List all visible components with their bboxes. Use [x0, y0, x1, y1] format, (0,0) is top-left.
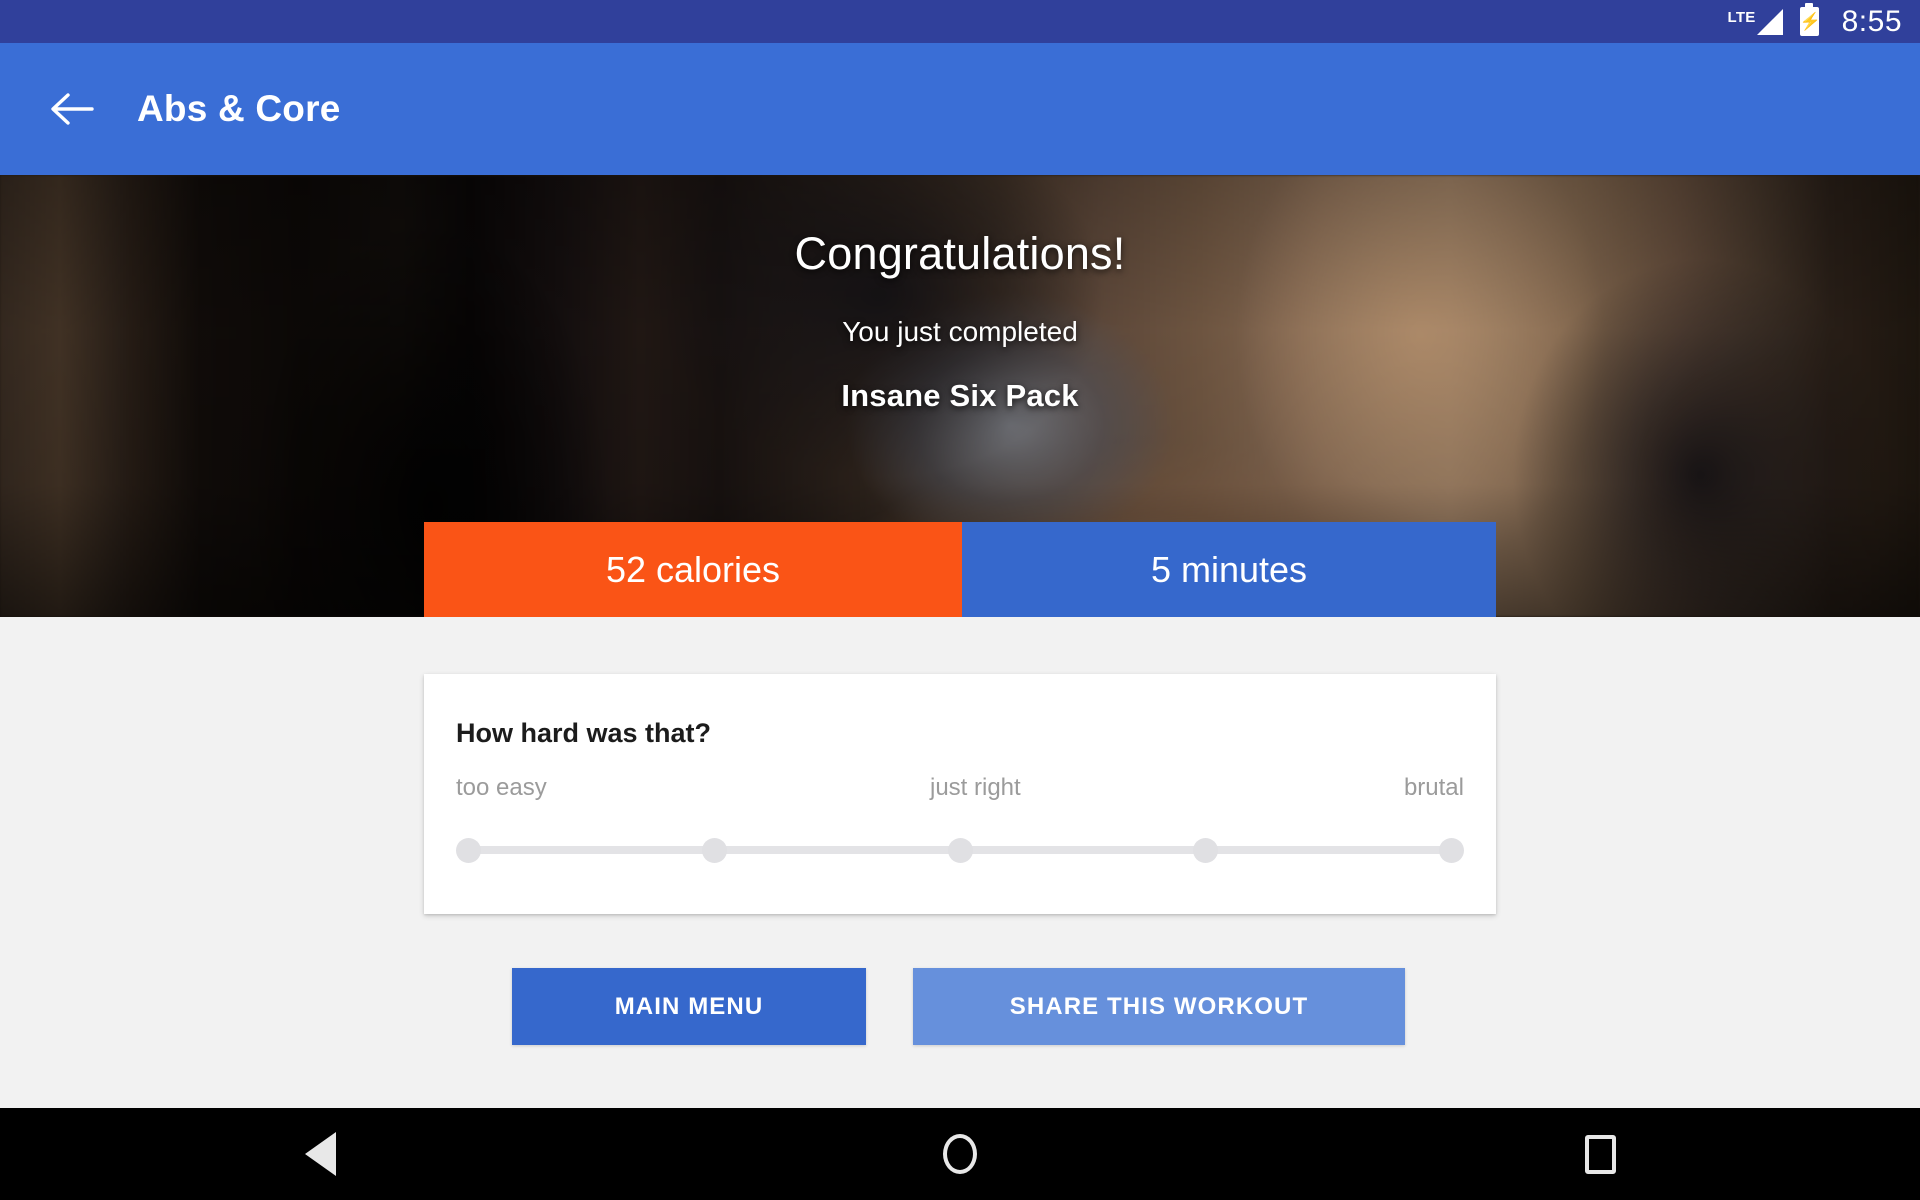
- page-title: Abs & Core: [137, 88, 341, 129]
- main-menu-button[interactable]: MAIN MENU: [512, 968, 866, 1045]
- square-recents-icon: [1584, 1134, 1616, 1174]
- rating-scale-labels: too easy just right brutal: [456, 774, 1464, 802]
- rating-label-middle: just right: [929, 774, 1021, 801]
- workout-stats-bar: 52 calories 5 minutes: [424, 522, 1496, 617]
- completed-subheading: You just completed: [842, 316, 1078, 347]
- slider-steps: [456, 829, 1464, 871]
- nav-back-button[interactable]: [0, 1108, 640, 1200]
- signal-indicator: LTE: [1727, 7, 1783, 37]
- workout-name: Insane Six Pack: [841, 378, 1079, 413]
- network-type-label: LTE: [1727, 8, 1756, 26]
- signal-bars-icon: [1756, 8, 1783, 35]
- status-bar: LTE ⚡ 8:55: [0, 0, 1920, 43]
- nav-home-button[interactable]: [640, 1108, 1280, 1200]
- status-bar-clock: 8:55: [1841, 4, 1902, 38]
- triangle-back-icon: [304, 1132, 336, 1176]
- bolt-icon: ⚡: [1799, 12, 1821, 31]
- slider-step-3[interactable]: [947, 837, 973, 863]
- arrow-left-icon[interactable]: [48, 86, 94, 132]
- slider-step-4[interactable]: [1193, 837, 1219, 863]
- slider-step-1[interactable]: [456, 837, 481, 863]
- nav-recents-button[interactable]: [1280, 1108, 1920, 1200]
- rating-label-left: too easy: [456, 774, 547, 801]
- difficulty-slider[interactable]: [456, 829, 1464, 871]
- rating-label-right: brutal: [1403, 774, 1464, 801]
- battery-charging-icon: ⚡: [1799, 3, 1821, 36]
- circle-home-icon: [943, 1134, 977, 1174]
- difficulty-rating-card: How hard was that? too easy just right b…: [424, 674, 1496, 914]
- congratulations-heading: Congratulations!: [794, 228, 1126, 279]
- app-screen: LTE ⚡ 8:55 Abs & Core Congratulations! Y…: [0, 0, 1920, 1200]
- rating-question: How hard was that?: [456, 718, 712, 748]
- android-navigation-bar: [0, 1108, 1920, 1200]
- stat-duration: 5 minutes: [962, 522, 1496, 617]
- app-bar: Abs & Core: [0, 43, 1920, 175]
- status-bar-icons: LTE ⚡ 8:55: [1727, 3, 1902, 39]
- stat-calories: 52 calories: [424, 522, 962, 617]
- share-workout-button[interactable]: SHARE THIS WORKOUT: [913, 968, 1405, 1045]
- action-buttons: MAIN MENU SHARE THIS WORKOUT: [512, 968, 1405, 1045]
- slider-step-5[interactable]: [1439, 837, 1464, 863]
- slider-step-2[interactable]: [701, 837, 727, 863]
